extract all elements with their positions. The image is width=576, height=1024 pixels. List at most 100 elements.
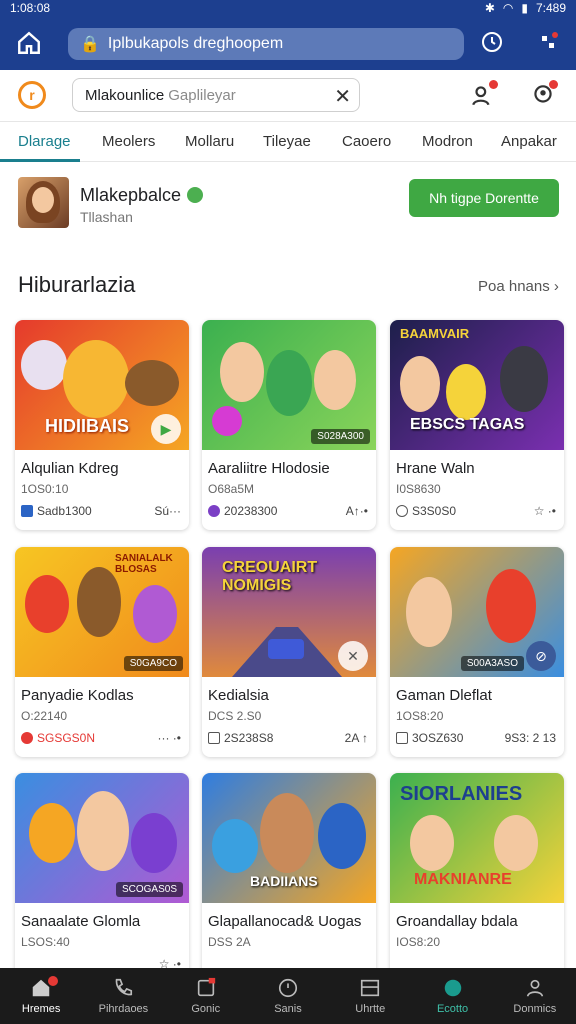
follow-button[interactable]: Nh tigpe Dorentte [409,179,559,217]
app-logo[interactable]: r [18,81,46,109]
search-placeholder: Gaplileyar [168,86,236,104]
game-tag: S0GA9CO [123,656,183,671]
nav-clock[interactable]: Sanis [247,968,329,1024]
see-all-link[interactable]: Poa hnans › [478,278,559,295]
game-tag: SCOGAS0S [115,882,183,897]
game-tag: S00A3ASO [460,656,524,671]
person-icon [526,979,543,997]
bottom-navigation: Hremes Pihrdaoes Gonic Sanis Uhrtte Ecot… [0,968,576,1024]
game-meta: 3OSZ630 [396,731,463,745]
clear-search-icon[interactable]: ✕ [334,84,351,109]
game-card[interactable]: CREOUAIRT NOMIGIS ✕ Kedialsia DCS 2.S0 2… [202,547,376,757]
game-meta: S3S0S0 [396,504,456,518]
nav-label: Donmics [513,1003,557,1015]
clock-icon [278,978,298,998]
game-meta-value: 2S238S8 [224,731,274,745]
share-icon[interactable]: ✕ [338,641,368,671]
nav-home[interactable]: Hremes [0,968,82,1024]
game-meta-value: 3OSZ630 [412,731,464,745]
chevron-right-icon: › [553,278,559,295]
friends-icon[interactable] [470,80,498,108]
account-icon[interactable] [530,80,558,108]
search-input[interactable]: Mlakounlice Gaplileyar ✕ [72,78,360,112]
bluetooth-icon: ✱ [484,1,495,15]
game-card[interactable]: S028A300 Aaraliitre Hlodosie O68a5M 2023… [202,320,376,530]
game-thumbnail: SCOGAS0S [15,773,189,903]
nav-store[interactable]: Ecotto [411,968,493,1024]
see-all-label: Poa hnans [478,278,550,295]
category-tabs: Dlarage Meolers Mollaru Tileyae Caoero M… [0,122,576,162]
nav-games[interactable]: Gonic [165,968,247,1024]
search-value: Mlakounlice [85,86,165,104]
game-stat: 1OS8:20 [396,709,444,723]
thumb-title: BADIIANS [250,873,318,889]
tab-dlarage[interactable]: Dlarage [18,133,71,150]
url-field[interactable]: 🔒 Iplbukapols dreghoopem [68,28,464,60]
profile-subtitle: Tllashan [80,209,133,225]
game-thumbnail: CREOUAIRT NOMIGIS ✕ [202,547,376,677]
game-title: Kedialsia [208,687,269,704]
game-meta: 2S238S8 [208,731,273,745]
game-card[interactable]: BAAMVAIR EBSCS TAGAS Hrane Waln I0S8630 … [390,320,564,530]
home-icon[interactable] [16,30,42,56]
tab-mollaru[interactable]: Mollaru [185,133,234,150]
game-rating: ☆ ·• [533,504,556,518]
game-card[interactable]: BADIIANS Glapallanocad& Uogas DSS 2A [202,773,376,983]
notification-dot [489,80,498,89]
game-rating: Sú··· [154,504,181,518]
tab-caoero[interactable]: Caoero [342,133,391,150]
game-card[interactable]: SANIALALK BLOSAS S0GA9CO Panyadie Kodlas… [15,547,189,757]
refresh-icon[interactable] [480,30,504,54]
game-title: Alqulian Kdreg [21,460,119,477]
game-stat: IOS8:20 [396,935,441,949]
play-icon[interactable]: ▶ [151,414,181,444]
avatar[interactable] [18,177,69,228]
tab-modron[interactable]: Modron [422,133,473,150]
thumb-title: CREOUAIRT NOMIGIS [222,559,318,594]
share-icon[interactable]: ⊘ [526,641,556,671]
url-text: Iplbukapols dreghoopem [107,35,284,52]
window-icon [361,979,380,997]
game-stat: DCS 2.S0 [208,709,262,723]
extensions-icon[interactable] [536,30,560,54]
nav-phone[interactable]: Pihrdaoes [82,968,164,1024]
nav-label: Hremes [21,1003,61,1015]
game-stat: 1OS0:10 [21,482,69,496]
nav-window[interactable]: Uhrtte [329,968,411,1024]
game-card[interactable]: SCOGAS0S Sanaalate Glomla LSOS:40 ☆ ·• [15,773,189,983]
section-title: Hiburarlazia [18,272,136,297]
verified-icon [187,187,204,203]
game-card[interactable]: SIORLANIES MAKNIANRE Groandallay bdala I… [390,773,564,983]
game-thumbnail: S028A300 [202,320,376,450]
tab-meolers[interactable]: Meolers [102,133,155,150]
game-card[interactable]: S00A3ASO ⊘ Gaman Dleflat 1OS8:20 3OSZ630… [390,547,564,757]
game-stat: LSOS:40 [21,935,70,949]
heart-icon [21,732,33,744]
tab-anpakar[interactable]: Anpakar [501,133,557,150]
game-card[interactable]: HIDIIBAIS ▶ Alqulian Kdreg 1OS0:10 Sadb1… [15,320,189,530]
thumb-subtitle: MAKNIANRE [414,871,512,888]
game-rating: A↑·• [345,504,368,518]
game-rating: 2A ↑ [344,731,368,745]
game-thumbnail: SIORLANIES MAKNIANRE [390,773,564,903]
signal-icon: ▮ [521,1,528,15]
tab-tileyae[interactable]: Tileyae [263,133,311,150]
game-title: Panyadie Kodlas [21,687,134,704]
thumb-title: HIDIIBAIS [45,416,130,436]
game-title: Gaman Dleflat [396,687,492,704]
browser-toolbar: 🔒 Iplbukapols dreghoopem [0,16,576,70]
game-stat: DSS 2A [208,935,251,949]
thumb-title: EBSCS TAGAS [410,416,525,433]
nav-label: Gonic [191,1003,221,1015]
notification-dot [48,976,58,986]
nav-label: Pihrdaoes [98,1003,149,1015]
game-stat: O:22140 [21,709,68,723]
game-rating: 9S3: 2 13 [504,731,556,745]
nav-profile[interactable]: Donmics [494,968,576,1024]
game-title: Aaraliitre Hlodosie [208,460,330,477]
bag-icon [396,732,408,744]
nav-label: Uhrtte [355,1003,386,1015]
game-meta: Sadb1300 [21,504,92,518]
clock: 1:08:08 [10,1,51,15]
game-thumbnail: SANIALALK BLOSAS S0GA9CO [15,547,189,677]
